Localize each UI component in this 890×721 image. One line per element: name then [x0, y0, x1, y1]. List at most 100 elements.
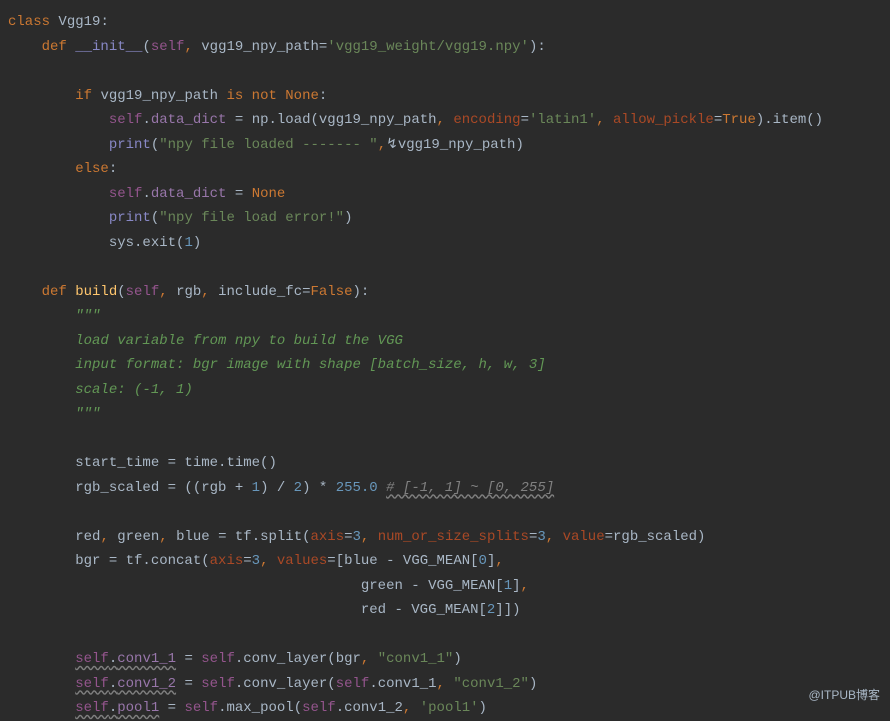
- code-line-15: input format: bgr image with shape [batc…: [8, 353, 890, 378]
- dot: .: [142, 186, 150, 202]
- number: 3: [353, 529, 361, 545]
- end: ):: [529, 39, 546, 55]
- code-line-1: class Vgg19:: [8, 10, 890, 35]
- code-line-9: print("npy file load error!"): [8, 206, 890, 231]
- code-line-21: [8, 500, 890, 525]
- comma: ,: [159, 284, 176, 300]
- number: 1: [504, 578, 512, 594]
- eq: =: [226, 186, 251, 202]
- number: 1: [184, 235, 192, 251]
- attr-ref: .conv1_2: [336, 700, 403, 716]
- none-literal: None: [252, 186, 286, 202]
- self: self: [302, 700, 336, 716]
- comma: ,: [361, 529, 378, 545]
- func-init: __init__: [75, 39, 142, 55]
- docstring: """: [75, 406, 100, 422]
- assign: bgr = tf.concat(: [75, 553, 209, 569]
- code-line-20: rgb_scaled = ((rgb + 1) / 2) * 255.0 # […: [8, 476, 890, 501]
- dot: .: [109, 676, 117, 692]
- number: 1: [252, 480, 260, 496]
- keyword-isnot: is not: [226, 88, 285, 104]
- code-line-18: [8, 427, 890, 452]
- comma: ,: [403, 700, 420, 716]
- string-literal: 'vgg19_weight/vgg19.npy': [327, 39, 529, 55]
- self: self: [75, 676, 109, 692]
- end: ): [479, 700, 487, 716]
- var: vgg19_npy_path): [398, 137, 524, 153]
- self: self: [109, 186, 143, 202]
- comma: ,: [361, 651, 378, 667]
- keyword-if: if: [75, 88, 100, 104]
- code-line-3: [8, 59, 890, 84]
- colon: :: [100, 14, 108, 30]
- call: blue = tf.split(: [176, 529, 310, 545]
- attr: data_dict: [151, 112, 227, 128]
- docstring: scale: (-1, 1): [75, 382, 193, 398]
- colon: :: [109, 161, 117, 177]
- comma: ,: [495, 553, 503, 569]
- eq: =: [226, 112, 251, 128]
- keyword-else: else: [75, 161, 109, 177]
- string: "npy file load error!": [159, 210, 344, 226]
- param: vgg19_npy_path: [201, 39, 319, 55]
- assign: start_time = time.time(): [75, 455, 277, 471]
- comma: ,: [378, 137, 386, 153]
- number: 2: [294, 480, 302, 496]
- self: self: [201, 676, 235, 692]
- code-line-24: green - VGG_MEAN[1],: [8, 574, 890, 599]
- kwarg: encoding: [453, 112, 520, 128]
- true-literal: True: [722, 112, 756, 128]
- eq: =: [327, 553, 335, 569]
- dot: .: [109, 651, 117, 667]
- code-editor[interactable]: class Vgg19: def __init__(self, vgg19_np…: [8, 10, 890, 721]
- expr: [blue - VGG_MEAN[: [336, 553, 479, 569]
- code-line-28: self.conv1_2 = self.conv_layer(self.conv…: [8, 672, 890, 697]
- comma: ,: [260, 553, 277, 569]
- code-line-8: self.data_dict = None: [8, 182, 890, 207]
- code-line-2: def __init__(self, vgg19_npy_path='vgg19…: [8, 35, 890, 60]
- eq: =: [605, 529, 613, 545]
- op: ) /: [260, 480, 294, 496]
- sys-exit: sys.exit(: [109, 235, 185, 251]
- code-line-7: else:: [8, 157, 890, 182]
- end: ): [344, 210, 352, 226]
- comment: # [-1, 1] ~ [0, 255]: [386, 480, 554, 496]
- attr: conv1_2: [117, 676, 176, 692]
- code-line-12: def build(self, rgb, include_fc=False):: [8, 280, 890, 305]
- string: 'latin1': [529, 112, 596, 128]
- param: include_fc: [218, 284, 302, 300]
- none-literal: None: [285, 88, 319, 104]
- var: vgg19_npy_path: [100, 88, 226, 104]
- call: .conv_layer(bgr: [235, 651, 361, 667]
- string: 'pool1': [420, 700, 479, 716]
- eq: =: [243, 553, 251, 569]
- dot: .: [109, 700, 117, 716]
- code-line-26: [8, 623, 890, 648]
- code-line-19: start_time = time.time(): [8, 451, 890, 476]
- expr: green - VGG_MEAN[: [361, 578, 504, 594]
- attr: data_dict: [151, 186, 227, 202]
- paren: (: [117, 284, 125, 300]
- code-line-25: red - VGG_MEAN[2]]): [8, 598, 890, 623]
- docstring: input format: bgr image with shape [batc…: [75, 357, 545, 373]
- attr: pool1: [117, 700, 159, 716]
- op: ) *: [302, 480, 336, 496]
- comma: ,: [437, 676, 454, 692]
- end: ): [453, 651, 461, 667]
- kwarg: value: [563, 529, 605, 545]
- code-line-13: """: [8, 304, 890, 329]
- kwarg: axis: [311, 529, 345, 545]
- eq: =: [302, 284, 310, 300]
- self: self: [336, 676, 370, 692]
- end: ): [529, 676, 537, 692]
- comma: ,: [521, 578, 529, 594]
- code-line-22: red, green, blue = tf.split(axis=3, num_…: [8, 525, 890, 550]
- code-line-27: self.conv1_1 = self.conv_layer(bgr, "con…: [8, 647, 890, 672]
- comma: ,: [159, 529, 176, 545]
- number: 255.0: [336, 480, 386, 496]
- kwarg: axis: [210, 553, 244, 569]
- code-line-29: self.pool1 = self.max_pool(self.conv1_2,…: [8, 696, 890, 721]
- code-line-11: [8, 255, 890, 280]
- paren: (: [142, 39, 150, 55]
- code-line-4: if vgg19_npy_path is not None:: [8, 84, 890, 109]
